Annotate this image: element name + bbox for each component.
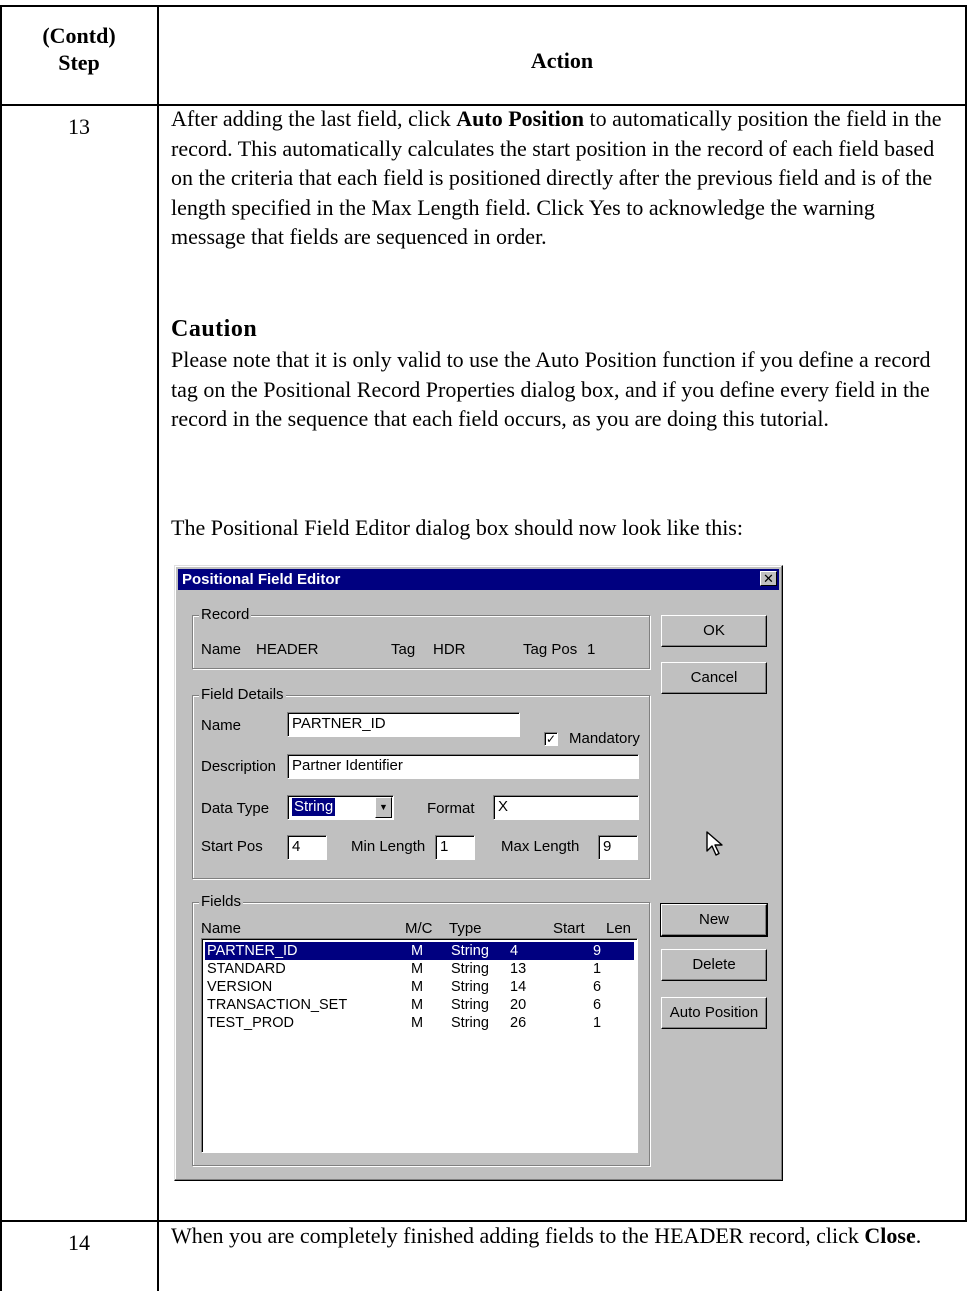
fields-group-label: Fields <box>199 893 244 911</box>
cell-mc: M <box>411 961 424 977</box>
dropdown-arrow-icon[interactable]: ▼ <box>375 797 392 818</box>
cell-mc: M <box>411 943 424 959</box>
mandatory-label: Mandatory <box>569 730 640 747</box>
cell-start: 13 <box>510 961 527 977</box>
max-length-input[interactable]: 9 <box>598 835 638 860</box>
step-13-text-a: After adding the last field, click <box>171 106 457 131</box>
cell-mc: M <box>411 979 424 995</box>
list-item[interactable]: STANDARD M String 13 1 <box>205 960 634 978</box>
column-header-len: Len <box>606 920 632 937</box>
cancel-button[interactable]: Cancel <box>661 662 767 694</box>
cell-type: String <box>451 979 489 995</box>
dialog-title-bar: Positional Field Editor ✕ <box>178 569 779 590</box>
step-number-13: 13 <box>68 114 90 139</box>
record-name-value: HEADER <box>256 641 319 658</box>
min-length-input[interactable]: 1 <box>435 835 475 860</box>
cell-name: STANDARD <box>207 961 286 977</box>
cell-mc: M <box>411 1015 424 1031</box>
format-input[interactable]: X <box>493 795 639 820</box>
delete-button[interactable]: Delete <box>661 949 767 981</box>
cell-name: PARTNER_ID <box>207 943 298 959</box>
column-header-mc: M/C <box>405 920 433 937</box>
caution-text: Please note that it is only valid to use… <box>171 347 931 432</box>
list-item[interactable]: VERSION M String 14 6 <box>205 978 634 996</box>
cell-type: String <box>451 943 489 959</box>
cell-len: 6 <box>593 979 602 995</box>
step-number-14: 14 <box>68 1230 90 1255</box>
cell-start: 26 <box>510 1015 527 1031</box>
cell-start: 4 <box>510 943 519 959</box>
step-13-instruction: After adding the last field, click Auto … <box>171 104 951 252</box>
cell-len: 6 <box>593 997 602 1013</box>
list-item[interactable]: TEST_PROD M String 26 1 <box>205 1014 634 1032</box>
field-details-group-label: Field Details <box>199 686 286 704</box>
record-name-label: Name <box>201 641 242 658</box>
list-item[interactable]: TRANSACTION_SET M String 20 6 <box>205 996 634 1014</box>
column-header-name: Name <box>201 920 242 937</box>
dialog-intro-text: The Positional Field Editor dialog box s… <box>171 515 743 540</box>
column-header-start: Start <box>553 920 585 937</box>
table-column-divider <box>157 5 159 1291</box>
cell-start: 14 <box>510 979 527 995</box>
auto-position-button[interactable]: Auto Position <box>661 997 767 1029</box>
header-step-label: (Contd) Step <box>42 23 116 75</box>
cell-type: String <box>451 961 489 977</box>
mandatory-checkbox[interactable]: ✓ <box>544 732 558 746</box>
step-14-instruction: When you are completely finished adding … <box>171 1221 951 1251</box>
cell-name: TEST_PROD <box>207 1015 295 1031</box>
step-14-text-c: . <box>915 1223 922 1248</box>
dialog-title: Positional Field Editor <box>182 571 341 588</box>
header-action: Action <box>530 48 594 73</box>
data-type-select[interactable]: String ▼ <box>287 795 394 820</box>
cell-name: TRANSACTION_SET <box>207 997 348 1013</box>
cell-name: VERSION <box>207 979 273 995</box>
max-length-label: Max Length <box>501 838 580 855</box>
caution-heading: Caution <box>171 316 258 342</box>
data-type-value: String <box>290 797 337 817</box>
cell-len: 1 <box>593 961 602 977</box>
record-tag-label: Tag <box>391 641 416 658</box>
min-length-label: Min Length <box>351 838 426 855</box>
close-icon[interactable]: ✕ <box>760 571 777 586</box>
cell-len: 1 <box>593 1015 602 1031</box>
table-left-border <box>0 5 2 1291</box>
record-tagpos-value: 1 <box>587 641 596 658</box>
cell-len: 9 <box>593 943 602 959</box>
step-14-close-term: Close <box>864 1223 916 1248</box>
step-13-auto-position-term: Auto Position <box>456 106 585 131</box>
start-pos-input[interactable]: 4 <box>287 835 327 860</box>
field-name-label: Name <box>201 717 242 734</box>
column-header-type: Type <box>449 920 482 937</box>
data-type-label: Data Type <box>201 800 270 817</box>
format-label: Format <box>427 800 475 817</box>
field-name-input[interactable]: PARTNER_ID <box>287 712 520 737</box>
description-label: Description <box>201 758 277 775</box>
new-button[interactable]: New <box>660 903 768 937</box>
cell-start: 20 <box>510 997 527 1013</box>
record-group-label: Record <box>199 606 252 624</box>
cell-type: String <box>451 997 489 1013</box>
record-tag-value: HDR <box>433 641 466 658</box>
description-input[interactable]: Partner Identifier <box>287 754 639 779</box>
header-step: (Contd) Step <box>0 6 158 106</box>
start-pos-label: Start Pos <box>201 838 263 855</box>
cell-mc: M <box>411 997 424 1013</box>
cell-type: String <box>451 1015 489 1031</box>
mouse-pointer-icon <box>706 831 723 856</box>
fields-list[interactable]: PARTNER_ID M String 4 9 STANDARD M Strin… <box>201 938 638 1153</box>
ok-button[interactable]: OK <box>661 615 767 647</box>
list-item[interactable]: PARTNER_ID M String 4 9 <box>205 942 634 960</box>
step-14-text-a: When you are completely finished adding … <box>171 1223 865 1248</box>
record-tagpos-label: Tag Pos <box>523 641 578 658</box>
positional-field-editor-dialog: Positional Field Editor ✕ Record Name HE… <box>174 565 783 1181</box>
